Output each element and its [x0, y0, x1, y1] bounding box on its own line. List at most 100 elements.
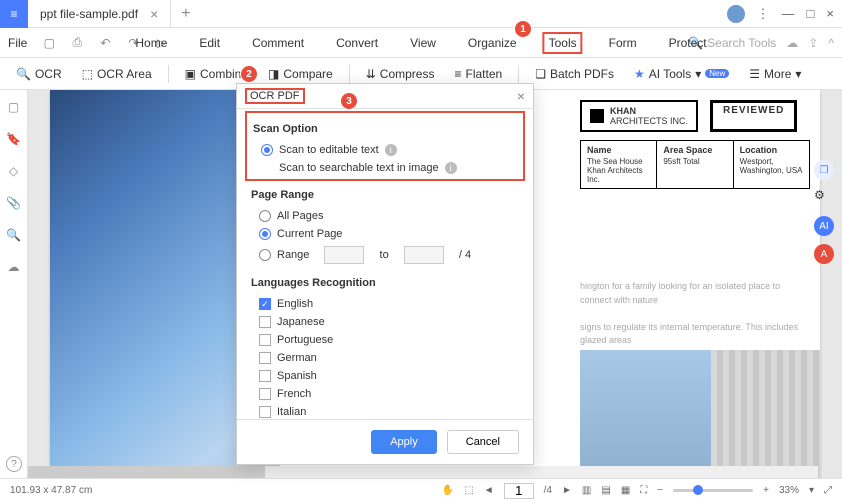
open-icon[interactable]: ▢ [39, 33, 59, 53]
file-menu[interactable]: File [8, 36, 27, 50]
close-window-icon[interactable]: × [826, 6, 834, 21]
compare-button[interactable]: ◨Compare [260, 63, 341, 85]
menu-edit[interactable]: Edit [193, 32, 226, 54]
view-mode-icon[interactable]: ▦ [621, 485, 630, 496]
opt-current-page[interactable]: Current Page [251, 225, 519, 243]
menu-organize[interactable]: Organize [462, 32, 523, 54]
cloud-icon[interactable]: ☁ [786, 36, 798, 50]
lang-japanese[interactable]: Japanese [251, 313, 519, 331]
ocr-button[interactable]: 🔍OCR [8, 63, 70, 85]
cancel-button[interactable]: Cancel [447, 430, 519, 454]
horizontal-scrollbar[interactable] [28, 466, 818, 478]
lang-portuguese[interactable]: Portuguese [251, 331, 519, 349]
flatten-button[interactable]: ≡Flatten [446, 63, 510, 85]
tag-icon[interactable]: ◇ [9, 164, 18, 178]
opt-searchable-text[interactable]: Scan to searchable text in imagei [253, 159, 517, 177]
dialog-body: Scan Option Scan to editable texti Scan … [237, 109, 533, 419]
more-icon: ☰ [749, 67, 760, 81]
compare-icon: ◨ [268, 67, 279, 81]
menubar: File ▢ ⎙ ↶ ↷ ▷ Home Edit Comment Convert… [0, 28, 842, 58]
zoom-thumb[interactable] [693, 485, 703, 495]
batch-button[interactable]: ❏Batch PDFs [527, 63, 622, 85]
fit-icon[interactable]: ⛶ [640, 485, 647, 496]
fullscreen-icon[interactable]: ⤢ [824, 485, 832, 496]
page-number-input[interactable] [504, 483, 534, 499]
info-icon[interactable]: i [445, 162, 457, 174]
app-icon: ≡ [0, 0, 28, 28]
left-rail: ▢ 🔖 ◇ 📎 🔍 ☁ [0, 90, 28, 478]
checkbox-icon [259, 370, 271, 382]
attachments-icon[interactable]: 📎 [6, 196, 21, 210]
undo-icon[interactable]: ↶ [95, 33, 115, 53]
prev-page-icon[interactable]: ◄ [484, 485, 494, 496]
menu-home[interactable]: Home [129, 32, 173, 54]
select-tool-icon[interactable]: ⬚ [464, 485, 473, 496]
menu-form[interactable]: Form [603, 32, 643, 54]
cloud-panel-icon[interactable]: ☁ [8, 260, 20, 274]
thumbnails-icon[interactable]: ▢ [8, 100, 19, 114]
lang-french[interactable]: French [251, 385, 519, 403]
menu-tools[interactable]: Tools [543, 32, 583, 54]
checkbox-icon [259, 316, 271, 328]
lang-german[interactable]: German [251, 349, 519, 367]
view-mode-icon[interactable]: ▤ [601, 485, 610, 496]
zoom-slider[interactable] [673, 489, 753, 492]
search-panel-icon[interactable]: 🔍 [6, 228, 21, 242]
dialog-close-icon[interactable]: × [517, 88, 525, 104]
opt-all-pages[interactable]: All Pages [251, 207, 519, 225]
zoom-out-icon[interactable]: − [657, 485, 663, 496]
minimize-icon[interactable]: — [782, 6, 795, 21]
zoom-in-icon[interactable]: + [763, 485, 769, 496]
scrollbar-thumb[interactable] [28, 466, 265, 478]
ocr-area-button[interactable]: ⬚OCR Area [74, 63, 160, 85]
copy-icon[interactable]: ❐ [814, 160, 834, 180]
menu-icon[interactable]: ⋮ [757, 6, 770, 22]
radio-icon [261, 144, 273, 156]
ocr-icon: 🔍 [16, 67, 31, 81]
checkbox-icon [259, 334, 271, 346]
range-to-input[interactable] [404, 246, 444, 264]
checkbox-icon [259, 388, 271, 400]
lang-english[interactable]: ✓English [251, 295, 519, 313]
checkbox-icon [259, 406, 271, 418]
print-icon[interactable]: ⎙ [67, 33, 87, 53]
menu-comment[interactable]: Comment [246, 32, 310, 54]
opt-range[interactable]: Range to / 4 [251, 243, 519, 267]
view-mode-icon[interactable]: ▥ [582, 485, 591, 496]
collapse-icon[interactable]: ^ [828, 36, 834, 50]
scan-option-group: Scan Option Scan to editable texti Scan … [245, 111, 525, 181]
dialog-title: OCR PDF [245, 88, 305, 104]
close-tab-icon[interactable]: × [150, 6, 158, 22]
settings-icon[interactable]: ⚙ [814, 188, 838, 208]
lang-spanish[interactable]: Spanish [251, 367, 519, 385]
info-icon[interactable]: i [385, 144, 397, 156]
ocr-area-icon: ⬚ [82, 67, 93, 81]
user-avatar[interactable] [727, 5, 745, 23]
chevron-down-icon[interactable]: ▾ [809, 485, 814, 496]
range-from-input[interactable] [324, 246, 364, 264]
checkbox-icon [259, 352, 271, 364]
ai-assistant-icon[interactable]: A [814, 244, 834, 264]
apply-button[interactable]: Apply [371, 430, 437, 454]
menu-view[interactable]: View [404, 32, 442, 54]
maximize-icon[interactable]: □ [807, 6, 815, 21]
bookmarks-icon[interactable]: 🔖 [6, 132, 21, 146]
radio-icon [259, 228, 271, 240]
scan-option-heading: Scan Option [253, 123, 517, 135]
hand-tool-icon[interactable]: ✋ [442, 485, 454, 496]
menu-protect[interactable]: Protect [663, 32, 713, 54]
new-badge: New [705, 69, 729, 78]
menu-convert[interactable]: Convert [330, 32, 384, 54]
share-icon[interactable]: ⇪ [808, 36, 818, 50]
document-tab[interactable]: ppt file-sample.pdf × [28, 0, 171, 27]
compress-button[interactable]: ⇊Compress [358, 63, 443, 85]
radio-icon [259, 210, 271, 222]
lang-italian[interactable]: Italian [251, 403, 519, 419]
ai-badge-icon[interactable]: AI [814, 216, 834, 236]
help-icon[interactable]: ? [6, 456, 22, 472]
opt-editable-text[interactable]: Scan to editable texti [253, 141, 517, 159]
next-page-icon[interactable]: ► [562, 485, 572, 496]
more-button[interactable]: ☰More▾ [741, 63, 809, 85]
new-tab-button[interactable]: + [171, 5, 200, 23]
ai-tools-button[interactable]: ★AI Tools▾New [626, 63, 737, 85]
